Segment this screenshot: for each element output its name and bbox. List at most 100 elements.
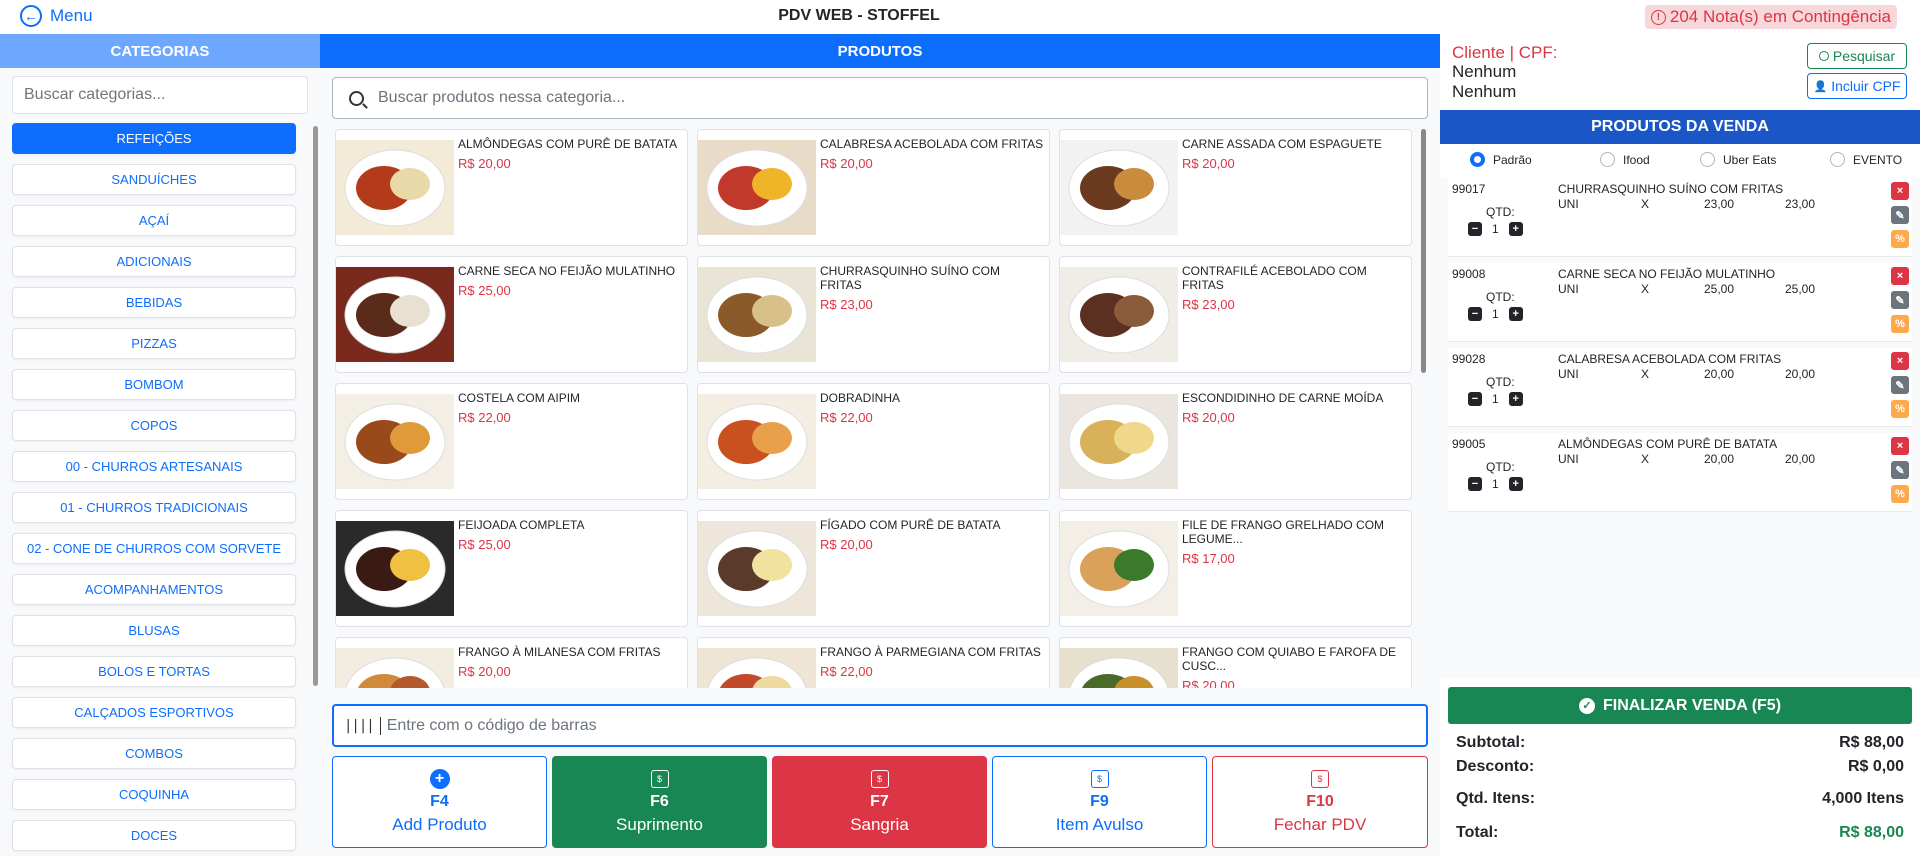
- product-card[interactable]: CARNE ASSADA COM ESPAGUETE R$ 20,00: [1059, 129, 1412, 246]
- product-search-input[interactable]: Buscar produtos nessa categoria...: [332, 77, 1428, 119]
- product-scrollbar[interactable]: [1421, 129, 1426, 373]
- contingencia-badge[interactable]: ! 204 Nota(s) em Contingência: [1644, 5, 1897, 29]
- edit-item-button[interactable]: ✎: [1891, 291, 1909, 309]
- product-card[interactable]: FÍGADO COM PURÊ DE BATATA R$ 20,00: [697, 510, 1050, 627]
- remove-item-button[interactable]: ×: [1891, 267, 1909, 285]
- sale-channel-radio[interactable]: Padrão: [1470, 152, 1532, 167]
- item-avulso-button[interactable]: $ F9 Item Avulso: [992, 756, 1207, 848]
- category-item[interactable]: BOMBOM: [12, 369, 296, 400]
- sale-channel-radio[interactable]: Ifood: [1600, 152, 1650, 167]
- cart-item-actions: × ✎%: [1891, 267, 1909, 333]
- add-cpf-button[interactable]: 👤 Incluir CPF: [1807, 73, 1907, 99]
- category-item[interactable]: ACOMPANHAMENTOS: [12, 574, 296, 605]
- category-item[interactable]: CALÇADOS ESPORTIVOS: [12, 697, 296, 728]
- category-item[interactable]: COMBOS: [12, 738, 296, 769]
- decrease-qty-button[interactable]: −: [1468, 222, 1482, 236]
- radio-button[interactable]: [1700, 152, 1715, 167]
- discount-item-button[interactable]: %: [1891, 485, 1909, 503]
- product-name: CARNE ASSADA COM ESPAGUETE: [1182, 137, 1382, 151]
- category-item[interactable]: BLUSAS: [12, 615, 296, 646]
- remove-item-button[interactable]: ×: [1891, 352, 1909, 370]
- category-scrollbar[interactable]: [313, 126, 318, 686]
- category-item[interactable]: SANDUÍCHES: [12, 164, 296, 195]
- food-photo: [336, 267, 454, 362]
- close-pdv-button[interactable]: $ F10 Fechar PDV: [1212, 756, 1428, 848]
- quantity-value: 1: [1492, 222, 1499, 236]
- product-card[interactable]: CHURRASQUINHO SUÍNO COM FRITAS R$ 23,00: [697, 256, 1050, 373]
- quantity-value: 1: [1492, 307, 1499, 321]
- product-card[interactable]: FEIJOADA COMPLETA R$ 25,00: [335, 510, 688, 627]
- category-item[interactable]: COQUINHA: [12, 779, 296, 810]
- add-product-button[interactable]: + F4 Add Produto: [332, 756, 547, 848]
- product-name: CALABRESA ACEBOLADA COM FRITAS: [820, 137, 1044, 151]
- cart-item-qtd-label: QTD:: [1486, 460, 1515, 474]
- radio-button[interactable]: [1470, 152, 1485, 167]
- product-card[interactable]: FILE DE FRANGO GRELHADO COM LEGUME... R$ …: [1059, 510, 1412, 627]
- sale-channel-radio[interactable]: EVENTO: [1830, 152, 1902, 167]
- category-item[interactable]: PIZZAS: [12, 328, 296, 359]
- category-search-input[interactable]: [12, 76, 308, 114]
- remove-item-button[interactable]: ×: [1891, 437, 1909, 455]
- search-icon: [349, 90, 364, 106]
- category-item[interactable]: DOCES: [12, 820, 296, 851]
- item-count-value: 4,000 Itens: [1822, 790, 1904, 807]
- discount-item-button[interactable]: %: [1891, 230, 1909, 248]
- sale-channel-group: Padrão Ifood Uber Eats EVENTO: [1440, 150, 1920, 174]
- category-item[interactable]: REFEIÇÕES: [12, 123, 296, 154]
- product-card[interactable]: CALABRESA ACEBOLADA COM FRITAS R$ 20,00: [697, 129, 1050, 246]
- decrease-qty-button[interactable]: −: [1468, 307, 1482, 321]
- food-photo: [336, 140, 454, 235]
- barcode-input[interactable]: |||| Entre com o código de barras: [332, 704, 1428, 747]
- food-photo: [698, 648, 816, 688]
- edit-item-button[interactable]: ✎: [1891, 461, 1909, 479]
- discount-item-button[interactable]: %: [1891, 315, 1909, 333]
- category-item[interactable]: 02 - CONE DE CHURROS COM SORVETE: [12, 533, 296, 564]
- app-title: PDV WEB - STOFFEL: [778, 7, 940, 24]
- suprimento-button[interactable]: $ F6 Suprimento: [552, 756, 767, 848]
- product-price: R$ 20,00: [1182, 678, 1235, 688]
- discount-item-button[interactable]: %: [1891, 400, 1909, 418]
- category-item[interactable]: BOLOS E TORTAS: [12, 656, 296, 687]
- increase-qty-button[interactable]: +: [1508, 222, 1523, 236]
- product-card[interactable]: FRANGO À PARMEGIANA COM FRITAS R$ 22,00: [697, 637, 1050, 688]
- fkey-label: Suprimento: [616, 815, 703, 834]
- sangria-button[interactable]: $ F7 Sangria: [772, 756, 987, 848]
- category-item[interactable]: AÇAÍ: [12, 205, 296, 236]
- product-name: DOBRADINHA: [820, 391, 901, 405]
- product-card[interactable]: DOBRADINHA R$ 22,00: [697, 383, 1050, 500]
- radio-button[interactable]: [1600, 152, 1615, 167]
- product-card[interactable]: FRANGO À MILANESA COM FRITAS R$ 20,00: [335, 637, 688, 688]
- category-item[interactable]: COPOS: [12, 410, 296, 441]
- category-item[interactable]: BEBIDAS: [12, 287, 296, 318]
- sale-channel-radio[interactable]: Uber Eats: [1700, 152, 1776, 167]
- cart-item-multiplier: X: [1641, 282, 1650, 296]
- cart-item-price: 20,00: [1704, 367, 1735, 381]
- edit-item-button[interactable]: ✎: [1891, 206, 1909, 224]
- increase-qty-button[interactable]: +: [1508, 392, 1523, 406]
- product-card[interactable]: ESCONDIDINHO DE CARNE MOÍDA R$ 20,00: [1059, 383, 1412, 500]
- edit-item-button[interactable]: ✎: [1891, 376, 1909, 394]
- cart-item-multiplier: X: [1641, 197, 1650, 211]
- category-item[interactable]: ADICIONAIS: [12, 246, 296, 277]
- decrease-qty-button[interactable]: −: [1468, 392, 1482, 406]
- cart-item-total: 20,00: [1785, 367, 1816, 381]
- category-item[interactable]: 01 - CHURROS TRADICIONAIS: [12, 492, 296, 523]
- product-card[interactable]: CARNE SECA NO FEIJÃO MULATINHO R$ 25,00: [335, 256, 688, 373]
- category-item[interactable]: 00 - CHURROS ARTESANAIS: [12, 451, 296, 482]
- subtotal-value: R$ 88,00: [1839, 734, 1904, 751]
- product-image: [698, 130, 816, 245]
- radio-button[interactable]: [1830, 152, 1845, 167]
- product-price: R$ 23,00: [820, 297, 873, 312]
- quantity-value: 1: [1492, 392, 1499, 406]
- search-client-button[interactable]: Pesquisar: [1807, 43, 1907, 69]
- product-card[interactable]: COSTELA COM AIPIM R$ 22,00: [335, 383, 688, 500]
- increase-qty-button[interactable]: +: [1508, 477, 1523, 491]
- finalize-sale-button[interactable]: ✓ FINALIZAR VENDA (F5): [1448, 687, 1912, 724]
- product-card[interactable]: ALMÔNDEGAS COM PURÊ DE BATATA R$ 20,00: [335, 129, 688, 246]
- product-card[interactable]: FRANGO COM QUIABO E FAROFA DE CUSC... R$ …: [1059, 637, 1412, 688]
- decrease-qty-button[interactable]: −: [1468, 477, 1482, 491]
- increase-qty-button[interactable]: +: [1508, 307, 1523, 321]
- product-card[interactable]: CONTRAFILÉ ACEBOLADO COM FRITAS R$ 23,00: [1059, 256, 1412, 373]
- fkey-label: Item Avulso: [1055, 815, 1144, 834]
- remove-item-button[interactable]: ×: [1891, 182, 1909, 200]
